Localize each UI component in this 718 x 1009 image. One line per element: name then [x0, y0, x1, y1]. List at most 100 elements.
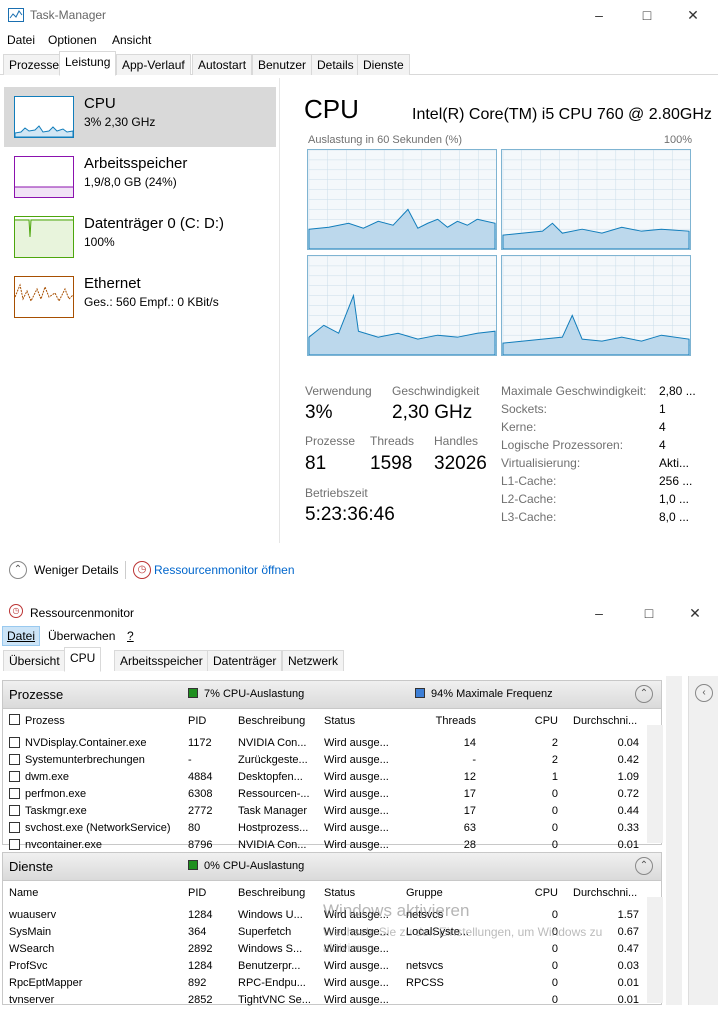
- process-row[interactable]: NVDisplay.Container.exe 1172 NVIDIA Con...…: [3, 735, 651, 752]
- task-manager-icon: [8, 8, 24, 22]
- service-row[interactable]: tvnserver 2852 TightVNC Se... Wird ausge...…: [3, 992, 651, 1009]
- tab-processes[interactable]: Prozesse: [3, 54, 66, 75]
- services-header[interactable]: Dienste 0% CPU-Auslastung ⌃: [3, 853, 661, 881]
- menu-view[interactable]: Ansicht: [112, 33, 151, 47]
- tab-autostart[interactable]: Autostart: [192, 54, 253, 75]
- tab-cpu[interactable]: CPU: [64, 647, 102, 672]
- spec-key: Sockets:: [501, 402, 548, 416]
- col-description[interactable]: Beschreibung: [238, 715, 305, 727]
- col-cpu[interactable]: CPU: [503, 715, 558, 727]
- tab-network[interactable]: Netzwerk: [282, 650, 345, 671]
- process-checkbox[interactable]: [9, 737, 20, 748]
- process-cell: 1172: [188, 737, 212, 749]
- service-cell: RPC-Endpu...: [238, 977, 306, 989]
- process-row[interactable]: svchost.exe (NetworkService) 80 Hostprozes…: [3, 820, 651, 837]
- col-pid[interactable]: PID: [188, 887, 206, 899]
- process-cell: 8796: [188, 839, 213, 851]
- tab-strip: Übersicht CPU Arbeitsspeicher Datenträge…: [0, 647, 718, 672]
- main-scrollbar[interactable]: [666, 676, 682, 1005]
- col-description[interactable]: Beschreibung: [238, 887, 305, 899]
- menu-options[interactable]: Optionen: [48, 33, 97, 47]
- col-status[interactable]: Status: [324, 887, 355, 899]
- process-checkbox[interactable]: [9, 839, 20, 850]
- perf-item-cpu[interactable]: CPU 3% 2,30 GHz: [4, 87, 276, 147]
- chevron-up-icon[interactable]: ⌃: [9, 561, 27, 579]
- process-scrollbar[interactable]: [647, 725, 663, 843]
- close-button[interactable]: ✕: [672, 602, 718, 624]
- window-title: Ressourcenmonitor: [30, 606, 135, 620]
- process-cell: 14: [463, 737, 476, 749]
- col-group[interactable]: Gruppe: [406, 887, 443, 899]
- tab-services[interactable]: Dienste: [357, 54, 410, 75]
- menu-file[interactable]: Datei: [2, 626, 41, 646]
- process-checkbox[interactable]: [9, 822, 20, 833]
- tab-overview[interactable]: Übersicht: [3, 650, 66, 671]
- process-cell: Wird ausge...: [324, 754, 389, 766]
- col-cpu[interactable]: CPU: [503, 887, 558, 899]
- task-manager-window: Task-Manager – □ ✕ Datei Optionen Ansich…: [0, 0, 718, 598]
- maximize-button[interactable]: □: [626, 602, 672, 624]
- process-cell: svchost.exe (NetworkService): [25, 822, 171, 834]
- service-scrollbar[interactable]: [647, 897, 663, 1003]
- maximize-button[interactable]: □: [624, 4, 670, 26]
- service-cell: TightVNC Se...: [238, 994, 311, 1006]
- process-row[interactable]: Systemunterbrechungen - Zurückgeste... Wird…: [3, 752, 651, 769]
- perf-item-name: Arbeitsspeicher: [84, 155, 188, 172]
- cpu-heading: CPU: [304, 94, 359, 124]
- col-pid[interactable]: PID: [188, 715, 206, 727]
- process-cell: 0.01: [617, 839, 639, 851]
- service-row[interactable]: RpcEptMapper 892 RPC-Endpu... Wird ausge...…: [3, 975, 651, 992]
- perf-item-disk[interactable]: Datenträger 0 (C: D:) 100%: [4, 207, 276, 267]
- menu-help[interactable]: ?: [127, 629, 134, 643]
- tab-users[interactable]: Benutzer: [252, 54, 313, 75]
- service-cell: SysMain: [9, 926, 52, 938]
- process-checkbox[interactable]: [9, 805, 20, 816]
- resource-monitor-icon: ◷: [9, 604, 23, 618]
- menu-file[interactable]: Datei: [7, 33, 35, 47]
- process-row[interactable]: Taskmgr.exe 2772 Task Manager Wird ausge...…: [3, 803, 651, 820]
- process-cell: 0: [551, 839, 558, 851]
- service-cell: tvnserver: [9, 994, 55, 1006]
- perf-item-ethernet[interactable]: Ethernet Ges.: 560 Empf.: 0 KBit/s: [4, 267, 276, 327]
- col-process[interactable]: Prozess: [25, 715, 65, 727]
- disk-thumbnail: [14, 216, 74, 258]
- minimize-button[interactable]: –: [576, 602, 622, 624]
- tab-app-history[interactable]: App-Verlauf: [116, 54, 191, 75]
- perf-item-sub: 100%: [84, 235, 115, 249]
- process-row[interactable]: perfmon.exe 6308 Ressourcen-... Wird ausge.…: [3, 786, 651, 803]
- menu-bar: Datei Optionen Ansicht: [0, 30, 718, 50]
- tab-details[interactable]: Details: [311, 54, 360, 75]
- collapse-icon[interactable]: ⌃: [635, 857, 653, 875]
- open-resource-monitor-link[interactable]: Ressourcenmonitor öffnen: [154, 563, 295, 577]
- expand-side-panel-icon[interactable]: ‹: [695, 684, 713, 702]
- process-checkbox[interactable]: [9, 754, 20, 765]
- collapse-icon[interactable]: ⌃: [635, 685, 653, 703]
- perf-item-memory[interactable]: Arbeitsspeicher 1,9/8,0 GB (24%): [4, 147, 276, 207]
- process-row[interactable]: dwm.exe 4884 Desktopfen... Wird ausge... 12 1…: [3, 769, 651, 786]
- fewer-details-link[interactable]: Weniger Details: [34, 563, 118, 577]
- menu-monitor[interactable]: Überwachen: [48, 629, 115, 643]
- processes-header[interactable]: Prozesse 7% CPU-Auslastung 94% Maximale …: [3, 681, 661, 709]
- service-row[interactable]: ProfSvc 1284 Benutzerpr... Wird ausge... net…: [3, 958, 651, 975]
- col-average[interactable]: Durchschni...: [573, 887, 637, 899]
- process-checkbox[interactable]: [9, 788, 20, 799]
- process-checkbox[interactable]: [9, 771, 20, 782]
- threads-label: Threads: [370, 434, 415, 448]
- minimize-button[interactable]: –: [576, 4, 622, 26]
- col-status[interactable]: Status: [324, 715, 355, 727]
- processes-panel: Prozesse 7% CPU-Auslastung 94% Maximale …: [2, 680, 663, 851]
- service-cell: Windows U...: [238, 909, 303, 921]
- close-button[interactable]: ✕: [670, 4, 716, 26]
- usage-label: Verwendung: [305, 384, 372, 398]
- tab-performance[interactable]: Leistung: [59, 51, 117, 76]
- service-cell: 1284: [188, 960, 213, 972]
- col-threads[interactable]: Threads: [403, 715, 476, 727]
- uptime-value: 5:23:36:46: [305, 504, 395, 525]
- tab-memory[interactable]: Arbeitsspeicher: [114, 650, 209, 671]
- select-all-checkbox[interactable]: [9, 714, 20, 725]
- col-average[interactable]: Durchschni...: [573, 715, 637, 727]
- process-cell: 2772: [188, 805, 213, 817]
- col-name[interactable]: Name: [9, 887, 38, 899]
- tab-disk[interactable]: Datenträger: [207, 650, 283, 671]
- process-cell: -: [188, 754, 192, 766]
